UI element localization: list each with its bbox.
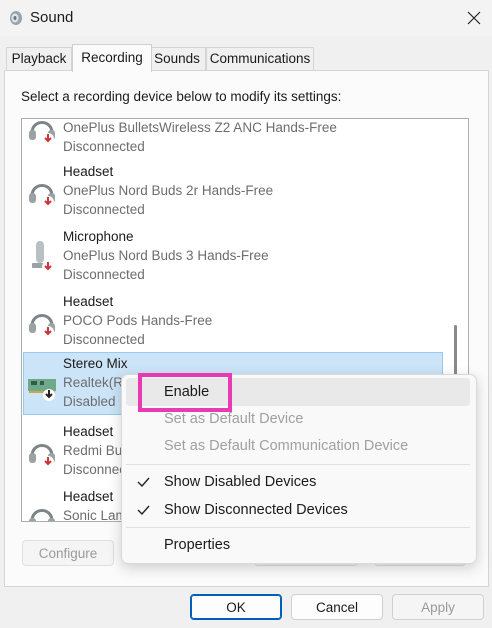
device-item[interactable]: Headset POCO Pods Hands-Free Disconnecte…	[23, 290, 443, 353]
device-status: Disconnected	[63, 267, 145, 282]
menu-separator	[126, 464, 470, 465]
device-name: Stereo Mix	[63, 356, 128, 371]
ok-button[interactable]: OK	[190, 594, 282, 620]
device-name: Headset	[63, 489, 114, 504]
device-description: Sonic Lam	[63, 508, 127, 522]
menu-item-label: Show Disconnected Devices	[164, 502, 348, 518]
menu-item-set-default-communication-device[interactable]: Set as Default Communication Device	[126, 432, 470, 460]
device-item[interactable]: Microphone OnePlus Nord Buds 3 Hands-Fre…	[23, 225, 443, 288]
menu-item-label: Properties	[164, 537, 231, 553]
device-status: Disconnected	[63, 139, 145, 154]
checkmark-icon	[136, 496, 150, 534]
title-bar: Sound	[0, 0, 492, 36]
device-item[interactable]: OnePlus BulletsWireless Z2 ANC Hands-Fre…	[23, 119, 443, 160]
menu-item-show-disabled-devices[interactable]: Show Disabled Devices	[126, 468, 470, 496]
cancel-button[interactable]: Cancel	[291, 594, 383, 620]
tab-playback[interactable]: Playback	[6, 47, 72, 70]
device-item[interactable]: Headset OnePlus Nord Buds 2r Hands-Free …	[23, 160, 443, 223]
tab-recording[interactable]: Recording	[72, 44, 152, 72]
microphone-icon	[26, 239, 60, 275]
device-name: Microphone	[63, 229, 134, 244]
speaker-icon	[8, 10, 24, 29]
configure-button[interactable]: Configure	[22, 540, 114, 566]
headset-icon	[26, 304, 60, 340]
menu-item-label: Show Disabled Devices	[164, 474, 317, 490]
headset-icon	[26, 499, 60, 521]
apply-button[interactable]: Apply	[392, 594, 484, 620]
headset-icon	[26, 119, 60, 147]
tab-sounds[interactable]: Sounds	[148, 47, 206, 70]
window-title: Sound	[30, 9, 74, 26]
sound-card-icon	[27, 367, 61, 403]
device-name: Headset	[63, 164, 114, 179]
menu-item-show-disconnected-devices[interactable]: Show Disconnected Devices	[126, 496, 470, 524]
instruction-text: Select a recording device below to modif…	[21, 89, 342, 104]
device-description: OnePlus BulletsWireless Z2 ANC Hands-Fre…	[63, 120, 337, 135]
menu-separator	[126, 527, 470, 528]
headset-icon	[26, 174, 60, 210]
device-description: OnePlus Nord Buds 2r Hands-Free	[63, 183, 274, 198]
device-status: Disconnected	[63, 202, 145, 217]
device-status: Disabled	[63, 394, 116, 409]
menu-item-properties[interactable]: Properties	[126, 531, 470, 559]
device-name: Headset	[63, 294, 114, 309]
device-description: OnePlus Nord Buds 3 Hands-Free	[63, 248, 269, 263]
close-icon[interactable]	[456, 0, 492, 36]
highlight-annotation	[138, 373, 232, 412]
tab-communications[interactable]: Communications	[206, 47, 314, 70]
headset-icon	[26, 434, 60, 470]
menu-item-label: Set as Default Communication Device	[164, 438, 409, 454]
device-description: Realtek(R)	[63, 375, 128, 390]
device-status: Disconnected	[63, 332, 145, 347]
device-description: POCO Pods Hands-Free	[63, 313, 213, 328]
